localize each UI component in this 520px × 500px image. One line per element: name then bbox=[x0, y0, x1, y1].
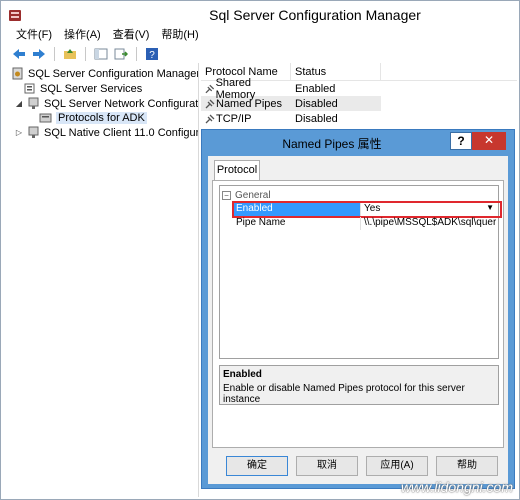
protocol-name: Named Pipes bbox=[216, 97, 283, 110]
category-label: General bbox=[235, 189, 271, 201]
forward-icon[interactable] bbox=[31, 47, 47, 61]
help-button[interactable]: 帮助 bbox=[436, 456, 498, 476]
toolbar-separator bbox=[54, 47, 55, 61]
title-bar: Sql Server Configuration Manager bbox=[1, 1, 519, 29]
help-icon[interactable]: ? bbox=[144, 47, 160, 61]
tree-label: SQL Server Network Configuration (3 bbox=[44, 97, 199, 110]
network-config-icon bbox=[28, 97, 39, 109]
protocols-icon bbox=[39, 113, 52, 123]
cancel-button[interactable]: 取消 bbox=[296, 456, 358, 476]
toolbar: ? bbox=[1, 45, 519, 63]
back-icon[interactable] bbox=[11, 47, 27, 61]
console-tree: SQL Server Configuration Manager (Loca S… bbox=[5, 63, 199, 497]
menu-view[interactable]: 查看(V) bbox=[112, 27, 151, 45]
description-title: Enabled bbox=[223, 369, 262, 380]
toolbar-separator bbox=[136, 47, 137, 61]
up-folder-icon[interactable] bbox=[62, 47, 78, 61]
dialog-title: Named Pipes 属性 bbox=[282, 137, 382, 151]
show-hide-tree-icon[interactable] bbox=[93, 47, 109, 61]
expand-arrow-icon[interactable]: ▷ bbox=[15, 128, 23, 137]
collapse-box-icon[interactable]: − bbox=[222, 190, 231, 200]
toolbar-separator bbox=[85, 47, 86, 61]
menu-help[interactable]: 帮助(H) bbox=[160, 27, 199, 45]
annotation-highlight-box bbox=[232, 201, 502, 218]
main-window: Sql Server Configuration Manager 文件(F) 操… bbox=[0, 0, 520, 500]
tree-node-root[interactable]: SQL Server Configuration Manager (Loca bbox=[11, 66, 199, 81]
tree-node-native-client[interactable]: ▷ SQL Native Client 11.0 Configuration bbox=[15, 125, 199, 140]
apply-button[interactable]: 应用(A) bbox=[366, 456, 428, 476]
list-row-named-pipes[interactable]: Named Pipes Disabled bbox=[201, 96, 381, 111]
window-title: Sql Server Configuration Manager bbox=[209, 7, 421, 23]
property-description: Enabled Enable or disable Named Pipes pr… bbox=[219, 365, 499, 405]
protocol-status: Enabled bbox=[295, 82, 336, 95]
server-config-icon bbox=[12, 67, 23, 80]
tree-node-protocols-adk[interactable]: Protocols for ADK bbox=[39, 110, 147, 125]
tab-panel: − General Enabled Yes ▼ Pipe Name \\.\pip… bbox=[212, 180, 504, 448]
dialog-title-bar: Named Pipes 属性 ? ✕ bbox=[202, 130, 514, 154]
ok-button[interactable]: 确定 bbox=[226, 456, 288, 476]
menu-file[interactable]: 文件(F) bbox=[15, 27, 53, 45]
list-row-shared-memory[interactable]: Shared Memory Enabled bbox=[201, 77, 517, 101]
dialog-close-button[interactable]: ✕ bbox=[472, 132, 506, 150]
tree-label: SQL Native Client 11.0 Configuration bbox=[44, 126, 199, 139]
tree-node-network-config[interactable]: ◢ SQL Server Network Configuration (3 bbox=[15, 96, 199, 111]
column-header-status[interactable]: Status bbox=[291, 63, 381, 80]
list-row-tcpip[interactable]: TCP/IP Disabled bbox=[201, 111, 517, 126]
description-text: Enable or disable Named Pipes protocol f… bbox=[223, 383, 465, 405]
protocol-name: TCP/IP bbox=[216, 112, 252, 125]
menu-bar: 文件(F) 操作(A) 查看(V) 帮助(H) bbox=[1, 27, 519, 45]
property-grid: − General Enabled Yes ▼ Pipe Name \\.\pip… bbox=[219, 185, 502, 359]
tree-node-services[interactable]: SQL Server Services bbox=[23, 81, 142, 96]
tree-label: SQL Server Services bbox=[40, 82, 143, 95]
tree-label: Protocols for ADK bbox=[56, 111, 147, 124]
dialog-help-button[interactable]: ? bbox=[450, 132, 472, 150]
dialog-body: Protocol − General Enabled Yes ▼ Pipe Nam… bbox=[208, 156, 508, 484]
protocol-status: Disabled bbox=[295, 97, 338, 110]
protocol-plug-icon bbox=[205, 114, 215, 123]
export-list-icon[interactable] bbox=[113, 47, 129, 61]
collapse-arrow-icon[interactable]: ◢ bbox=[15, 99, 23, 108]
property-value[interactable]: \\.\pipe\MSSQL$ADK\sql\query bbox=[360, 217, 496, 230]
svg-text:?: ? bbox=[149, 50, 155, 60]
menu-action[interactable]: 操作(A) bbox=[63, 27, 102, 45]
tree-label: SQL Server Configuration Manager (Loca bbox=[28, 67, 199, 80]
dialog-button-row: 确定 取消 应用(A) 帮助 bbox=[208, 454, 508, 478]
named-pipes-properties-dialog: Named Pipes 属性 ? ✕ Protocol − General En… bbox=[201, 129, 515, 489]
protocol-plug-icon bbox=[205, 99, 215, 108]
watermark-text: www.lidongni.com bbox=[400, 479, 513, 495]
protocol-plug-icon bbox=[205, 84, 215, 93]
category-general[interactable]: − General bbox=[220, 188, 498, 202]
native-client-icon bbox=[28, 126, 39, 138]
services-icon bbox=[24, 83, 35, 94]
protocol-status: Disabled bbox=[295, 112, 338, 125]
property-row-pipe-name[interactable]: Pipe Name \\.\pipe\MSSQL$ADK\sql\query bbox=[234, 217, 498, 230]
property-key: Pipe Name bbox=[236, 217, 286, 228]
tab-protocol[interactable]: Protocol bbox=[214, 160, 260, 180]
